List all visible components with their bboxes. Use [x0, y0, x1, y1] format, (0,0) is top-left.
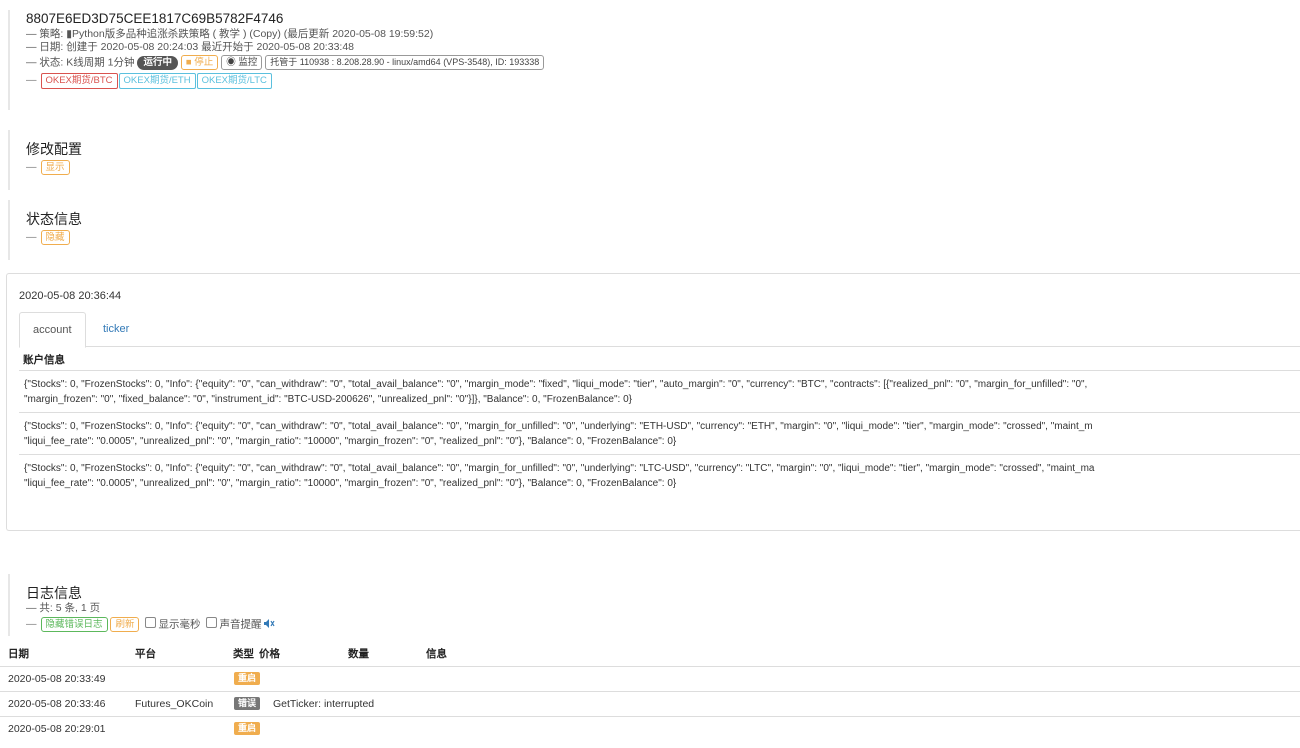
- log-controls: — 隐藏错误日志 刷新 显示毫秒 声音提醒: [26, 617, 276, 632]
- config-toggle-button[interactable]: 显示: [40, 160, 70, 175]
- account-row-line2: "liqui_fee_rate": "0.0005", "unrealized_…: [24, 478, 677, 489]
- account-row: {"Stocks": 0, "FrozenStocks": 0, "Info":…: [19, 370, 1300, 412]
- show-ms-label: 显示毫秒: [158, 618, 201, 631]
- exchange-tag-eth[interactable]: OKEX期货/ETH: [118, 73, 196, 89]
- account-row-line1: {"Stocks": 0, "FrozenStocks": 0, "Info":…: [24, 463, 1095, 474]
- account-row: {"Stocks": 0, "FrozenStocks": 0, "Info":…: [19, 454, 1300, 496]
- log-table-header: 日期 平台 类型 价格 数量 信息: [0, 640, 1300, 664]
- account-row-line2: "liqui_fee_rate": "0.0005", "unrealized_…: [24, 436, 677, 447]
- account-row-line1: {"Stocks": 0, "FrozenStocks": 0, "Info":…: [24, 421, 1093, 432]
- hide-errors-button[interactable]: 隐藏错误日志: [40, 617, 108, 632]
- stop-button[interactable]: ■ 停止: [180, 55, 219, 70]
- log-section: 日志信息 — 共: 5 条, 1 页 — 隐藏错误日志 刷新 显示毫秒 声音提醒: [8, 574, 276, 636]
- log-date: 2020-05-08 20:33:49: [8, 673, 106, 685]
- status-toggle-button[interactable]: 隐藏: [40, 230, 70, 245]
- column-header-platform: 平台: [135, 648, 156, 660]
- status-timestamp: 2020-05-08 20:36:44: [19, 290, 122, 302]
- table-row: 2020-05-08 20:33:46 Futures_OKCoin 错误 Ge…: [0, 691, 1300, 716]
- log-date: 2020-05-08 20:29:01: [8, 723, 106, 735]
- log-title: 日志信息: [26, 585, 82, 601]
- account-row-line1: {"Stocks": 0, "FrozenStocks": 0, "Info":…: [24, 379, 1088, 390]
- sound-checkbox[interactable]: [206, 617, 218, 629]
- status-line: — 状态: K线周期 1分钟 运行中 ■ 停止 ◉ 监控 托管于 110938 …: [26, 55, 545, 70]
- date-line: — 日期: 创建于 2020-05-08 20:24:03 最近开始于 2020…: [26, 41, 355, 53]
- log-type-badge: 错误: [234, 697, 261, 710]
- status-tabs: account ticker: [19, 312, 1300, 348]
- tab-account[interactable]: account: [19, 312, 86, 348]
- account-table-header: 账户信息: [23, 354, 65, 366]
- column-header-info: 信息: [426, 648, 447, 660]
- column-header-type: 类型: [233, 648, 254, 660]
- monitor-button[interactable]: ◉ 监控: [221, 55, 263, 70]
- log-info: GetTicker: interrupted: [273, 698, 375, 710]
- column-header-amount: 数量: [348, 648, 369, 660]
- robot-id: 8807E6ED3D75CEE1817C69B5782F4746: [26, 11, 284, 26]
- log-type-badge: 重启: [234, 722, 261, 735]
- log-table: 日期 平台 类型 价格 数量 信息 2020-05-08 20:33:49 重启…: [0, 640, 1300, 735]
- tab-ticker[interactable]: ticker: [90, 312, 142, 346]
- status-section: 状态信息 — 隐藏: [8, 200, 82, 260]
- table-row: 2020-05-08 20:33:49 重启: [0, 666, 1300, 691]
- config-section: 修改配置 — 显示: [8, 130, 82, 190]
- log-type-badge: 重启: [234, 672, 261, 685]
- account-row: {"Stocks": 0, "FrozenStocks": 0, "Info":…: [19, 412, 1300, 454]
- exchange-line: — OKEX期货/BTC OKEX期货/ETH OKEX期货/LTC: [26, 73, 544, 89]
- table-row: 2020-05-08 20:29:01 重启: [0, 716, 1300, 741]
- host-info: 托管于 110938 : 8.208.28.90 - linux/amd64 (…: [265, 55, 545, 70]
- sound-label: 声音提醒: [219, 618, 262, 631]
- speaker-icon[interactable]: [264, 619, 276, 632]
- robot-header: 8807E6ED3D75CEE1817C69B5782F4746 — 策略: ▮…: [8, 10, 545, 110]
- column-header-price: 价格: [259, 648, 280, 660]
- account-row-line2: "margin_frozen": "0", "fixed_balance": "…: [24, 394, 632, 405]
- status-badge: 运行中: [137, 55, 178, 70]
- strategy-line: — 策略: ▮Python版多品种追涨杀跌策略 ( 教学 ) (Copy) (最…: [26, 28, 434, 40]
- log-platform: Futures_OKCoin: [135, 698, 214, 710]
- status-panel: 2020-05-08 20:36:44 account ticker 账户信息 …: [6, 273, 1300, 531]
- status-prefix: — 状态: K线周期 1分钟: [26, 56, 135, 69]
- show-ms-checkbox[interactable]: [145, 617, 157, 629]
- column-header-date: 日期: [8, 648, 29, 660]
- log-date: 2020-05-08 20:33:46: [8, 698, 106, 710]
- status-title: 状态信息: [26, 211, 82, 227]
- exchange-tag-btc[interactable]: OKEX期货/BTC: [40, 73, 118, 89]
- exchange-tag-ltc[interactable]: OKEX期货/LTC: [196, 73, 272, 89]
- config-title: 修改配置: [26, 141, 82, 157]
- refresh-button[interactable]: 刷新: [110, 617, 140, 632]
- log-summary: — 共: 5 条, 1 页: [26, 602, 101, 614]
